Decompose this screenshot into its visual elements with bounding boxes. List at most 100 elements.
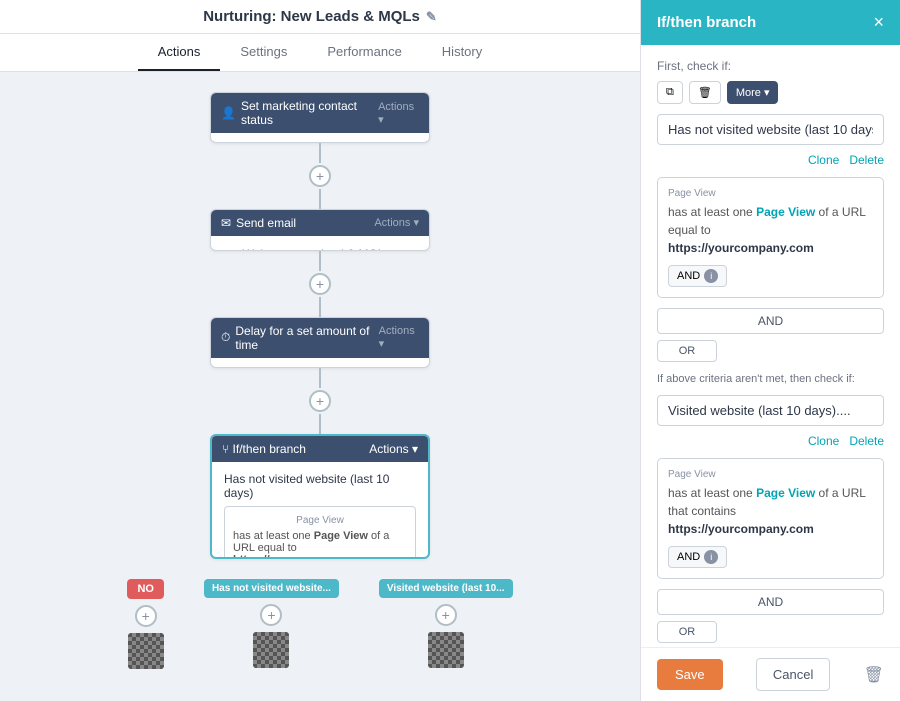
workflow-title: Nurturing: New Leads & MQLs ✎ bbox=[203, 8, 437, 25]
branch1-name-label: Has not visited website (last 10 days) bbox=[224, 472, 416, 500]
title-text: Nurturing: New Leads & MQLs bbox=[203, 8, 420, 25]
b2-info-icon: i bbox=[704, 550, 718, 564]
branch-no-tag: NO bbox=[127, 579, 164, 599]
b2-highlight: Page View bbox=[756, 486, 815, 500]
panel-toolbar: ⧉ 🗑 More ▾ bbox=[657, 81, 884, 104]
plus-visited[interactable]: + bbox=[435, 604, 457, 626]
panel-content: First, check if: ⧉ 🗑 More ▾ Clone Delete… bbox=[641, 45, 900, 701]
branch-no-col: NO + bbox=[127, 579, 164, 669]
branch2-and-btn[interactable]: AND i bbox=[668, 546, 727, 568]
cancel-button[interactable]: Cancel bbox=[756, 658, 830, 691]
branch-visited-col: Visited website (last 10... + bbox=[379, 579, 513, 668]
node-delay-actions-btn[interactable]: Actions ▾ bbox=[379, 325, 419, 350]
node-send-email: ✉ Send email Actions ▾ Welcome new lead … bbox=[210, 209, 430, 251]
branch2-clone-btn[interactable]: Clone bbox=[808, 434, 839, 448]
plus-hasnot[interactable]: + bbox=[260, 604, 282, 626]
node-marketing-status-title: 👤 Set marketing contact status bbox=[221, 99, 378, 127]
branch1-cond-label: Page View bbox=[668, 188, 873, 199]
branch1-name-input[interactable] bbox=[657, 114, 884, 145]
node-ifthen-header: ⑂ If/then branch Actions ▾ bbox=[212, 436, 428, 462]
b2-url: https://yourcompany.com bbox=[668, 522, 814, 536]
info-icon: i bbox=[704, 269, 718, 283]
node-send-email-header: ✉ Send email Actions ▾ bbox=[211, 210, 429, 236]
b2-pre: has at least one bbox=[668, 486, 756, 500]
panel-title: If/then branch bbox=[657, 14, 756, 31]
node-email-actions-btn[interactable]: Actions ▾ bbox=[374, 216, 419, 229]
branch2-name-input[interactable] bbox=[657, 395, 884, 426]
delay-icon: ⏱ bbox=[221, 330, 230, 345]
node-marketing-actions-btn[interactable]: Actions ▾ bbox=[378, 101, 419, 126]
panel-close-btn[interactable]: × bbox=[873, 12, 884, 33]
email-icon: ✉ bbox=[221, 216, 231, 230]
b1-pre: has at least one bbox=[668, 205, 756, 219]
node-marketing-status: 👤 Set marketing contact status Actions ▾… bbox=[210, 92, 430, 143]
tab-history[interactable]: History bbox=[422, 34, 502, 71]
footer-trash-icon[interactable]: 🗑 bbox=[864, 665, 884, 685]
workflow-canvas: 👤 Set marketing contact status Actions ▾… bbox=[0, 72, 640, 689]
node-delay-title: ⏱ Delay for a set amount of time bbox=[221, 324, 379, 352]
node-send-email-title: ✉ Send email bbox=[221, 216, 296, 230]
branch1-delete-btn[interactable]: Delete bbox=[849, 153, 884, 167]
branch2-add-and-btn[interactable]: AND bbox=[657, 589, 884, 615]
connector-3: + bbox=[309, 368, 331, 434]
branch-visited-tag: Visited website (last 10... bbox=[379, 579, 513, 598]
plus-1[interactable]: + bbox=[309, 165, 331, 187]
branch2-condition: Page View has at least one Page View of … bbox=[657, 458, 884, 579]
node-send-email-body: Welcome new lead & MQL ↗ bbox=[211, 236, 429, 251]
node-ifthen-body: Has not visited website (last 10 days) P… bbox=[212, 462, 428, 559]
node-marketing-body: Set as a marketing contact bbox=[211, 133, 429, 143]
panel-footer: Save Cancel 🗑 bbox=[641, 647, 900, 701]
second-check-label: If above criteria aren't met, then check… bbox=[657, 372, 884, 387]
tab-settings[interactable]: Settings bbox=[220, 34, 307, 71]
b2-and-label: AND bbox=[677, 551, 700, 563]
branch-hasnot-tag: Has not visited website... bbox=[204, 579, 339, 598]
branch1-and-btn[interactable]: AND i bbox=[668, 265, 727, 287]
checkerboard-hasnot bbox=[253, 632, 289, 668]
tab-actions[interactable]: Actions bbox=[138, 34, 221, 71]
branch1-cond-text: has at least one Page View of a URL equa… bbox=[668, 203, 873, 257]
branch-icon: ⑂ bbox=[222, 442, 229, 456]
branch1-condition-text: has at least one Page View of a URL equa… bbox=[233, 530, 407, 559]
branch2-or-btn[interactable]: OR bbox=[657, 621, 717, 643]
checkerboard-no bbox=[128, 633, 164, 669]
node-ifthen: ⑂ If/then branch Actions ▾ Has not visit… bbox=[210, 434, 430, 559]
trash-icon-toolbar: 🗑 bbox=[698, 86, 712, 99]
branch1-clone-btn[interactable]: Clone bbox=[808, 153, 839, 167]
branch1-url: https://yourcompany.com bbox=[233, 554, 367, 559]
marketing-icon: 👤 bbox=[221, 106, 236, 120]
node-delay-body: 5 days bbox=[211, 358, 429, 368]
node-delay-header: ⏱ Delay for a set amount of time Actions… bbox=[211, 318, 429, 358]
copy-btn[interactable]: ⧉ bbox=[657, 81, 683, 104]
save-button[interactable]: Save bbox=[657, 659, 723, 690]
branch-hasnot-col: Has not visited website... + bbox=[204, 579, 339, 668]
plus-2[interactable]: + bbox=[309, 273, 331, 295]
plus-no[interactable]: + bbox=[135, 605, 157, 627]
line-3 bbox=[319, 368, 321, 388]
b1-highlight: Page View bbox=[756, 205, 815, 219]
connector-2: + bbox=[309, 251, 331, 317]
branch2-delete-btn[interactable]: Delete bbox=[849, 434, 884, 448]
branch1-condition-label: Page View bbox=[233, 515, 407, 526]
branch-output-row: NO + Has not visited website... + Visite… bbox=[127, 579, 512, 669]
branch1-add-and-btn[interactable]: AND bbox=[657, 308, 884, 334]
more-btn[interactable]: More ▾ bbox=[727, 81, 779, 104]
branch1-clone-delete: Clone Delete bbox=[657, 153, 884, 167]
branch1-or-btn[interactable]: OR bbox=[657, 340, 717, 362]
branch1-pageview-highlight: Page View bbox=[314, 530, 368, 542]
node-marketing-status-header: 👤 Set marketing contact status Actions ▾ bbox=[211, 93, 429, 133]
line-1 bbox=[319, 143, 321, 163]
branch2-clone-delete: Clone Delete bbox=[657, 434, 884, 448]
and-label: AND bbox=[677, 270, 700, 282]
main-tabs: Actions Settings Performance History bbox=[0, 34, 640, 72]
b1-url: https://yourcompany.com bbox=[668, 241, 814, 255]
line-2b bbox=[319, 297, 321, 317]
branch1-condition-box: Page View has at least one Page View of … bbox=[224, 506, 416, 559]
plus-3[interactable]: + bbox=[309, 390, 331, 412]
trash-toolbar-btn[interactable]: 🗑 bbox=[689, 81, 721, 104]
branch1-condition: Page View has at least one Page View of … bbox=[657, 177, 884, 298]
copy-icon: ⧉ bbox=[666, 86, 674, 99]
edit-icon[interactable]: ✎ bbox=[426, 9, 437, 25]
line-1b bbox=[319, 189, 321, 209]
node-ifthen-actions-btn[interactable]: Actions ▾ bbox=[369, 442, 418, 456]
tab-performance[interactable]: Performance bbox=[307, 34, 421, 71]
